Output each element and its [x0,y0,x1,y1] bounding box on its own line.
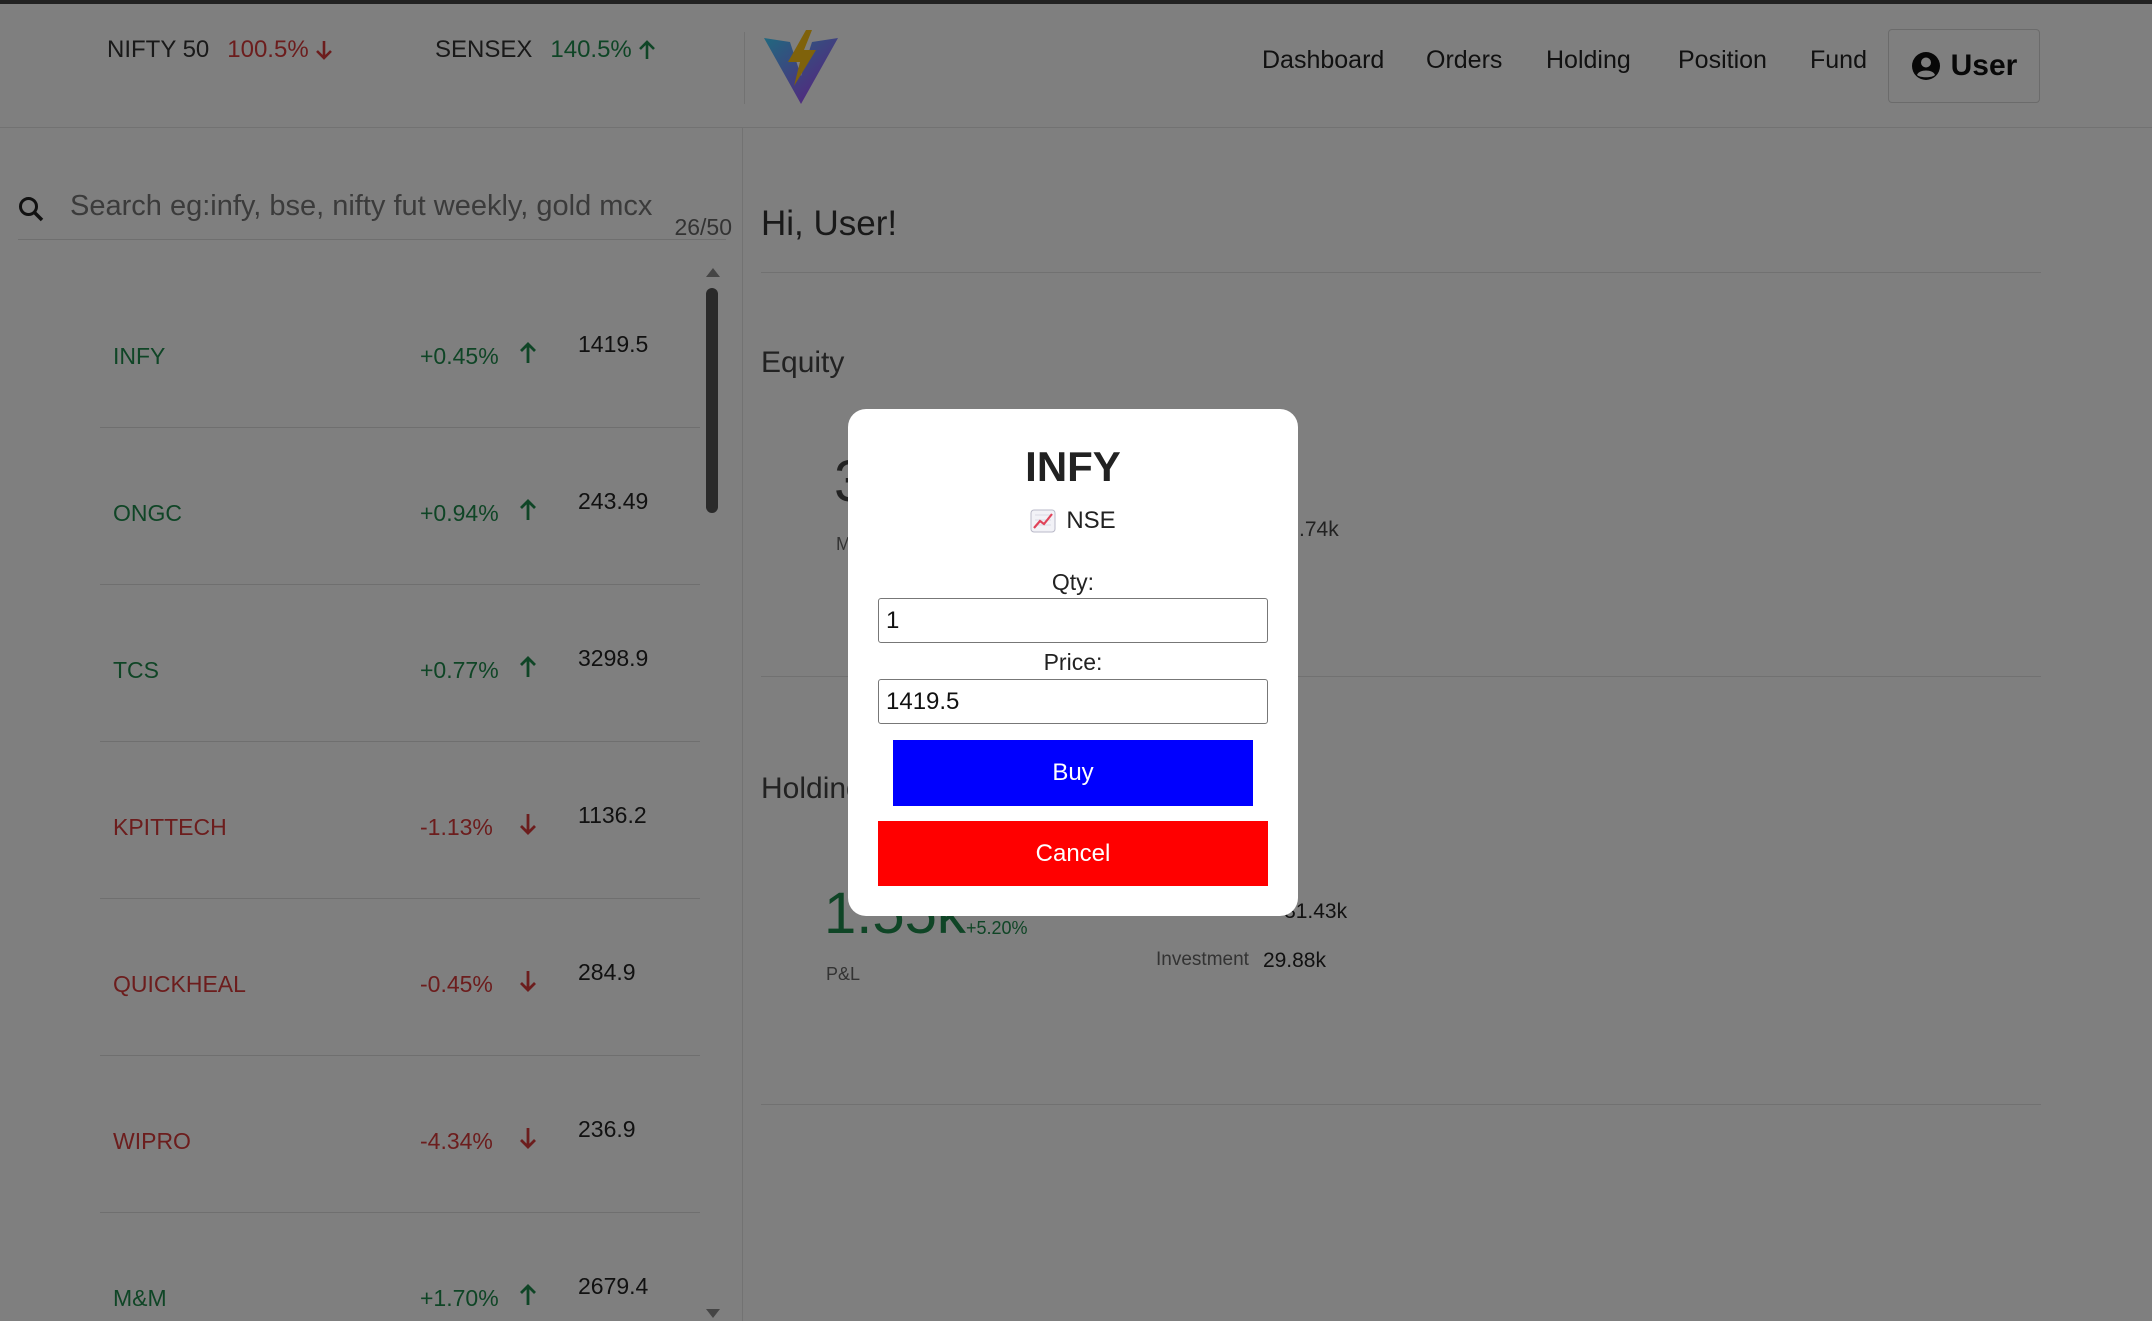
buy-order-modal: INFY NSE Qty: Price: Buy Cancel [848,409,1298,916]
qty-label: Qty: [1051,569,1095,595]
buy-button[interactable]: Buy [893,740,1253,806]
exchange-label: NSE [1066,507,1116,534]
cancel-button[interactable]: Cancel [878,821,1268,886]
modal-exchange: NSE [848,507,1298,535]
price-input[interactable] [878,679,1268,724]
chart-increasing-icon [1030,509,1056,533]
qty-input[interactable] [878,598,1268,643]
price-label: Price: [1043,649,1103,675]
modal-symbol-title: INFY [1025,443,1121,490]
